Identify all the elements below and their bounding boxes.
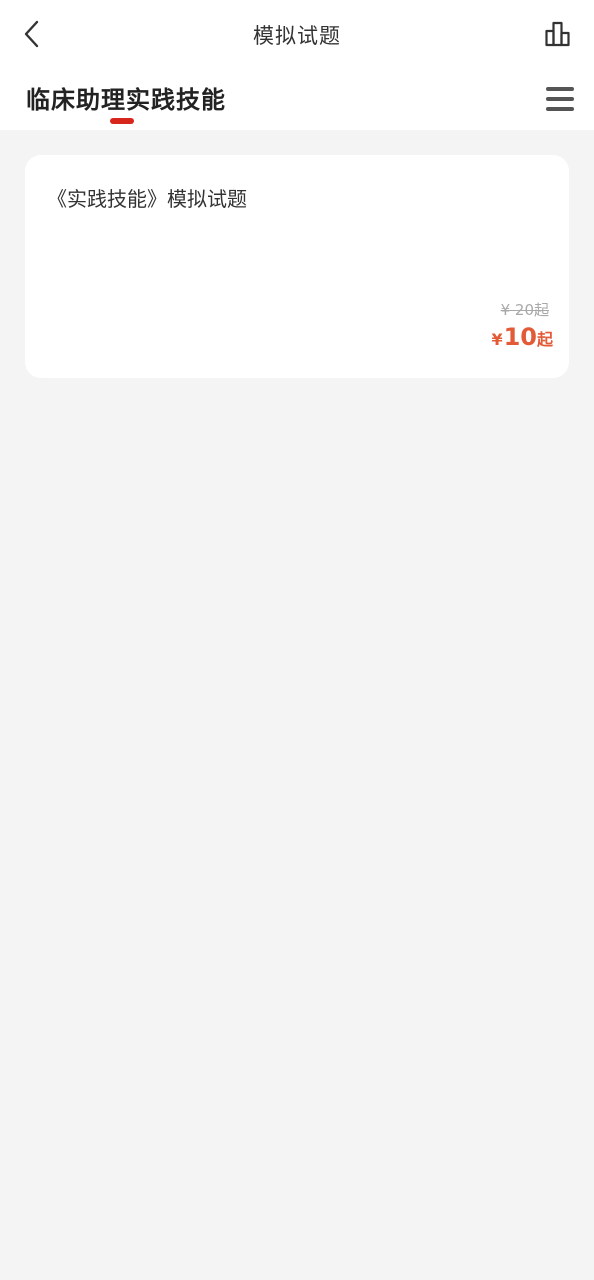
mock-exam-card[interactable]: 《实践技能》模拟试题 ¥ 20起 ¥ 10 起: [25, 155, 569, 378]
page-title: 模拟试题: [253, 24, 341, 48]
hamburger-menu-icon: [546, 87, 574, 91]
hamburger-menu-icon: [546, 107, 574, 111]
current-price: ¥ 10 起: [491, 323, 553, 351]
hamburger-menu-icon: [546, 97, 574, 101]
bar-chart-icon: [545, 21, 570, 47]
active-tab-indicator: [110, 118, 134, 124]
top-bar: 模拟试题 临床助理实践技能: [0, 0, 594, 130]
card-title: 《实践技能》模拟试题: [47, 187, 247, 211]
stats-button[interactable]: [542, 18, 574, 50]
price-currency: ¥: [491, 330, 503, 349]
navigation-bar: 模拟试题: [0, 0, 594, 72]
category-tabs: 临床助理实践技能: [0, 72, 594, 130]
original-price: ¥ 20起: [500, 301, 549, 319]
category-menu-button[interactable]: [546, 84, 576, 114]
tab-clinical-assistant-practical-skills[interactable]: 临床助理实践技能: [26, 80, 226, 115]
price-value: 10: [503, 323, 537, 351]
price-suffix: 起: [536, 330, 553, 349]
